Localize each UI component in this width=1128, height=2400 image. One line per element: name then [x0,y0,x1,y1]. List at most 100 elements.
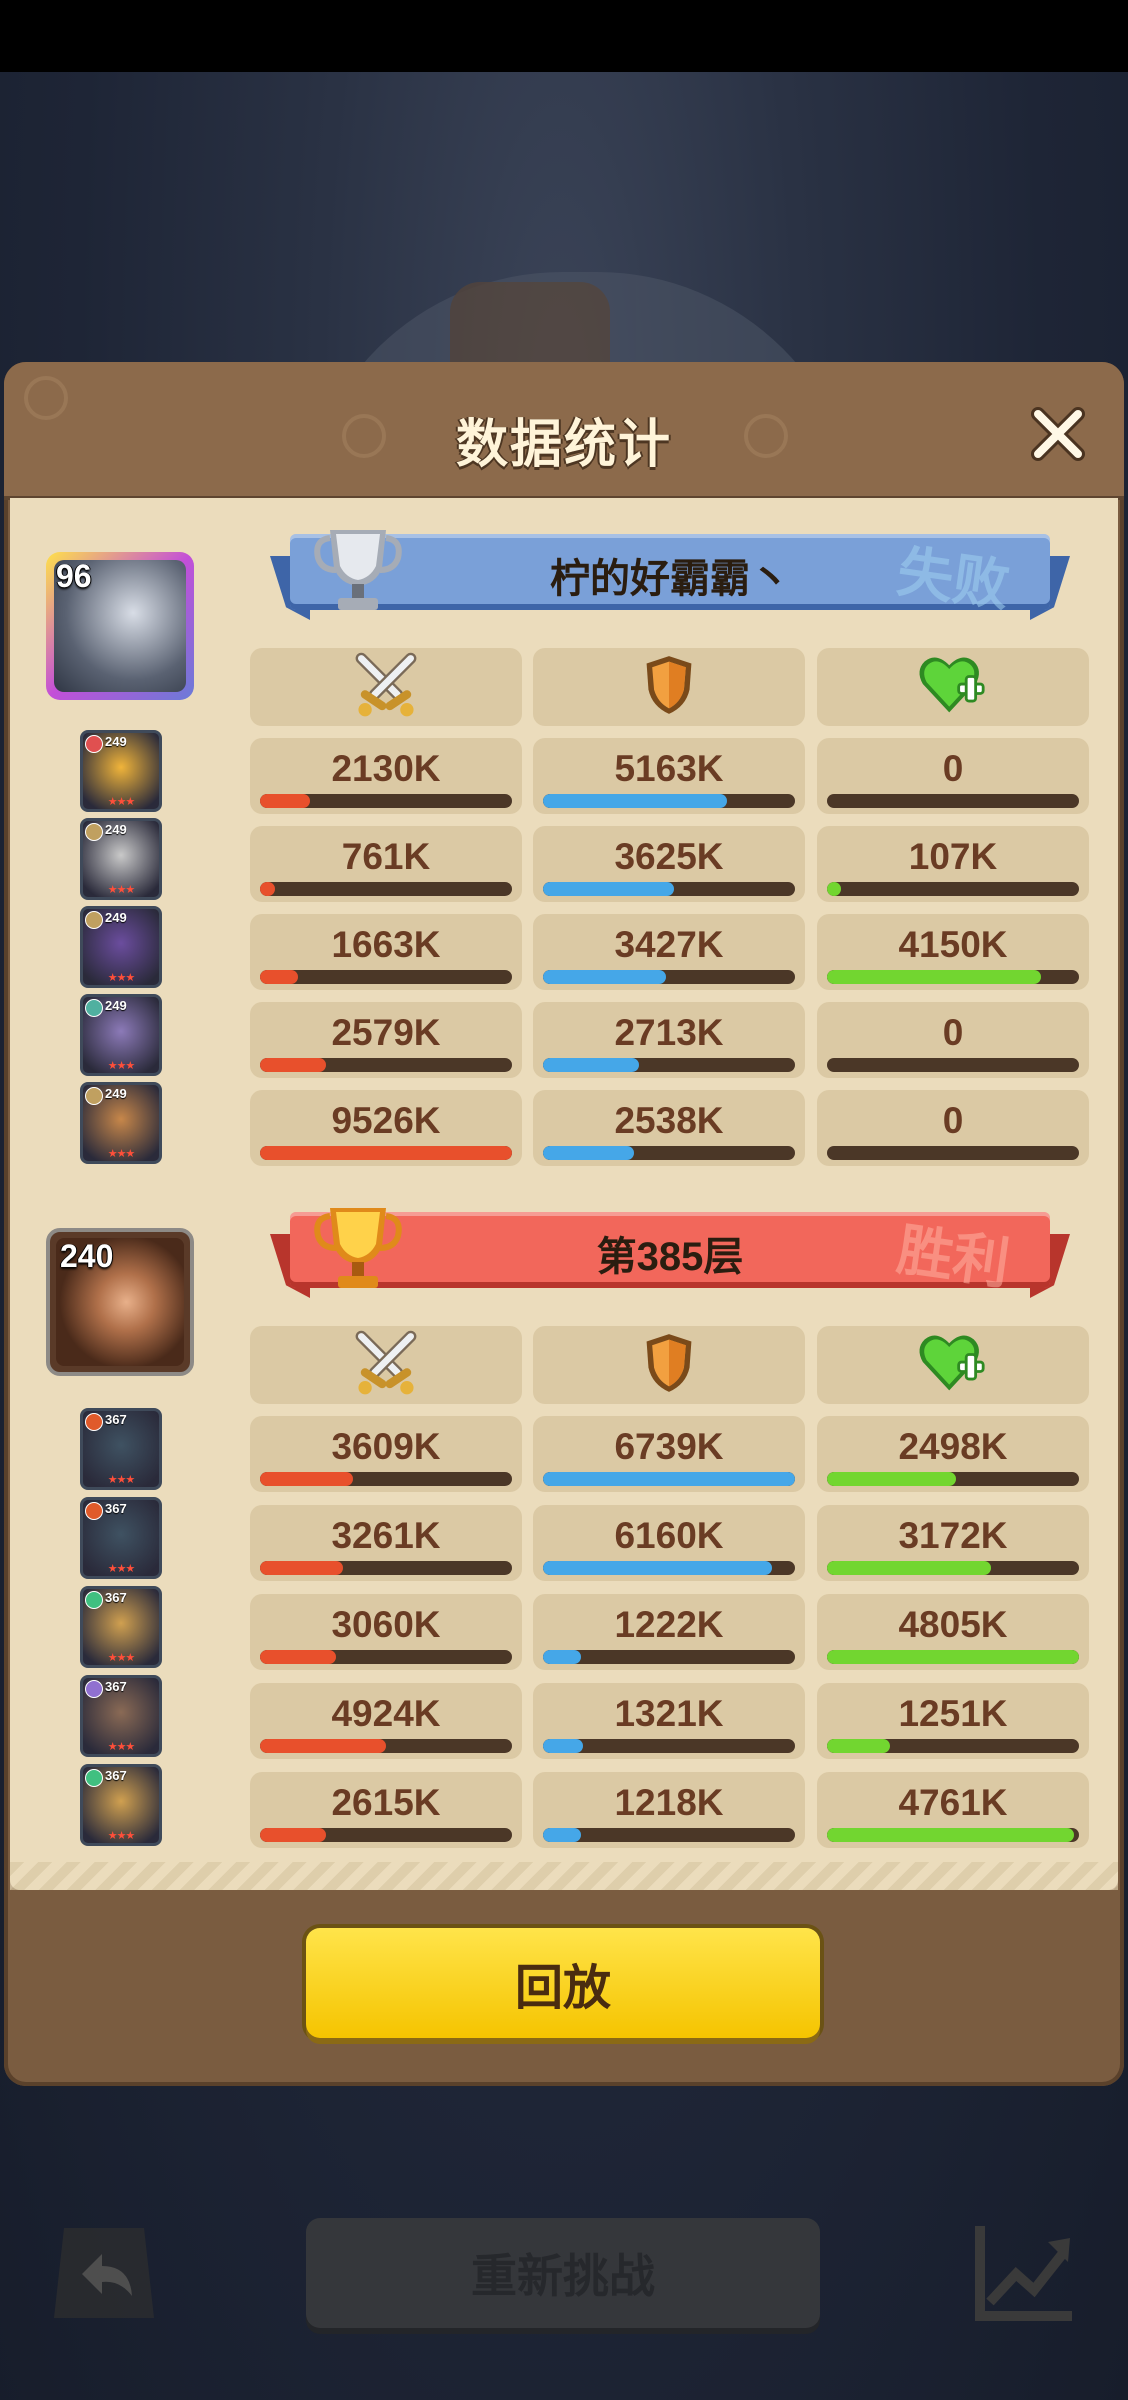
hero-element-icon [85,1591,103,1609]
hero-level: 367 [105,1679,127,1694]
back-arrow-icon [54,2228,154,2318]
player-portrait[interactable]: 96 [46,552,194,700]
defense-bar-fill [543,1472,795,1486]
defense-value: 3427K [614,924,724,965]
hero-element-icon [85,1769,103,1787]
hero-thumbnail[interactable]: 367 ★★★ [80,1408,162,1490]
hero-thumbnail[interactable]: 249 ★★★ [80,994,162,1076]
attack-stat-cell: 1663K [250,914,522,990]
attack-bar-fill [260,970,298,984]
hero-stars: ★★★ [107,1474,136,1486]
attack-stat-cell: 2130K [250,738,522,814]
defense-value: 6739K [614,1426,724,1467]
player-level: 240 [60,1238,114,1274]
defense-stat-cell: 1222K [533,1594,805,1670]
attack-value: 761K [341,836,431,877]
hero-stars: ★★★ [107,1652,136,1664]
heal-stat-cell: 0 [817,1090,1089,1166]
trend-chart-icon [975,2226,1072,2321]
hero-level: 367 [105,1768,127,1783]
hero-thumbnail[interactable]: 367 ★★★ [80,1675,162,1757]
hero-level: 367 [105,1412,127,1427]
heal-stat-cell: 1251K [817,1683,1089,1759]
defense-bar-fill [543,1650,581,1664]
defense-value: 5163K [614,748,724,789]
heal-bar-track [827,1472,1079,1486]
attack-value: 3609K [331,1426,441,1467]
attack-bar-track [260,1146,512,1160]
hero-thumbnail[interactable]: 249 ★★★ [80,730,162,812]
player-portrait[interactable]: 240 [46,1228,194,1376]
defense-bar-track [543,1650,795,1664]
attack-bar-fill [260,1146,512,1160]
hero-level: 249 [105,998,127,1013]
defense-stat-cell: 1218K [533,1772,805,1848]
heal-stat-cell: 0 [817,1002,1089,1078]
close-button[interactable] [1020,396,1096,472]
trend-chart-button[interactable] [964,2212,1084,2332]
heal-value: 4805K [898,1604,1008,1645]
defense-bar-fill [543,1828,581,1842]
defense-bar-fill [543,970,667,984]
shield-icon [641,652,697,723]
heal-bar-track [827,970,1079,984]
attack-bar-track [260,1058,512,1072]
attack-bar-fill [260,1650,336,1664]
hero-element-icon [85,1087,103,1105]
hero-stars: ★★★ [107,796,136,808]
defense-bar-track [543,1739,795,1753]
back-button[interactable] [44,2218,164,2328]
hero-thumbnail[interactable]: 367 ★★★ [80,1586,162,1668]
heal-bar-track [827,1650,1079,1664]
attack-bar-track [260,1650,512,1664]
team-banner: 第385层 胜利 [270,1204,1070,1300]
attack-stat-cell: 3261K [250,1505,522,1581]
defense-value: 2538K [614,1100,724,1141]
hero-element-icon [85,1680,103,1698]
defense-stat-cell: 3625K [533,826,805,902]
heal-heart-icon [915,652,991,723]
replay-button[interactable]: 回放 [306,1928,820,2038]
retry-button[interactable]: 重新挑战 [306,2218,820,2328]
defense-stat-cell: 5163K [533,738,805,814]
heal-bar-track [827,1561,1079,1575]
hero-stars: ★★★ [107,972,136,984]
attack-bar-fill [260,1472,354,1486]
attack-bar-fill [260,1828,326,1842]
heal-bar-fill [827,1739,890,1753]
hero-element-icon [85,911,103,929]
heal-value: 3172K [898,1515,1008,1556]
hero-thumbnail[interactable]: 367 ★★★ [80,1497,162,1579]
attack-stat-cell: 3060K [250,1594,522,1670]
hero-level: 367 [105,1501,127,1516]
attack-header [250,648,522,726]
close-icon [1031,407,1085,461]
heal-value: 1251K [898,1693,1008,1734]
attack-bar-track [260,1828,512,1842]
defense-bar-track [543,794,795,808]
hero-element-icon [85,999,103,1017]
hero-thumbnail[interactable]: 249 ★★★ [80,1082,162,1164]
hero-level: 249 [105,910,127,925]
attack-bar-fill [260,1058,326,1072]
panel-header: 数据统计 [4,362,1124,500]
hero-stars: ★★★ [107,1060,136,1072]
defense-bar-track [543,1472,795,1486]
heal-stat-cell: 2498K [817,1416,1089,1492]
attack-value: 9526K [331,1100,441,1141]
defense-header [533,648,805,726]
heal-heart-icon [915,1330,991,1401]
swords-icon [348,1325,424,1406]
panel-title: 数据统计 [455,416,672,474]
hero-stars: ★★★ [107,884,136,896]
hero-thumbnail[interactable]: 249 ★★★ [80,906,162,988]
defense-stat-cell: 2538K [533,1090,805,1166]
retry-button-label: 重新挑战 [471,2250,655,2302]
player-level: 96 [56,558,92,594]
defense-stat-cell: 3427K [533,914,805,990]
attack-bar-track [260,1472,512,1486]
heal-stat-cell: 4150K [817,914,1089,990]
hero-thumbnail[interactable]: 249 ★★★ [80,818,162,900]
status-bar [0,0,1128,72]
hero-thumbnail[interactable]: 367 ★★★ [80,1764,162,1846]
